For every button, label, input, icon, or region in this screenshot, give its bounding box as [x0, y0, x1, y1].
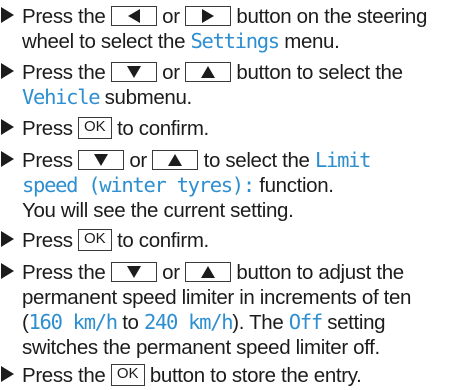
step-2-line-2: Vehicle submenu.: [22, 85, 192, 110]
speed-value-min: 160 km/h: [28, 310, 118, 334]
down-arrow-key-icon: [78, 150, 125, 171]
step-4-line-2: speed (winter tyres): function.: [22, 173, 334, 198]
ok-key-icon: OK: [78, 229, 112, 252]
step-text: button on the steering: [236, 5, 428, 28]
step-text: button to adjust the: [236, 261, 404, 284]
down-arrow-key-icon: [110, 262, 157, 283]
step-3-line-1: Press OK to confirm.: [22, 116, 209, 141]
up-arrow-key-icon: [185, 262, 232, 283]
step-5-line-1: Press OK to confirm.: [22, 228, 209, 253]
bullet-arrow-icon: [1, 366, 14, 382]
step-text: switches the permanent speed limiter off…: [22, 336, 380, 359]
step-text: to select the: [203, 149, 310, 172]
down-arrow-key-icon: [110, 62, 157, 83]
bullet-arrow-icon: [1, 63, 14, 79]
step-4-line-3: You will see the current setting.: [22, 198, 294, 223]
step-text: permanent speed limiter in increments of…: [22, 286, 412, 309]
step-text: wheel to select the: [22, 30, 186, 53]
step-7-line-1: Press the OK button to store the entry.: [22, 363, 362, 388]
right-arrow-key-icon: [185, 6, 232, 27]
step-text: You will see the current setting.: [22, 199, 294, 222]
step-1-line-2: wheel to select the Settings menu.: [22, 29, 340, 54]
speed-value-max: 240 km/h: [143, 310, 234, 334]
step-6-line-4: switches the permanent speed limiter off…: [22, 335, 380, 360]
step-text: to confirm.: [117, 229, 209, 252]
submenu-name-vehicle: Vehicle: [22, 85, 101, 109]
step-text: or: [162, 5, 180, 28]
step-6-line-3: (160 km/h to 240 km/h). The Off setting: [22, 310, 386, 335]
step-text: or: [162, 261, 180, 284]
step-4-line-1: Press or to select the Limit: [22, 148, 372, 173]
setting-name-off: Off: [288, 310, 323, 334]
function-name: speed (winter tyres):: [22, 173, 255, 197]
ok-key-icon: OK: [110, 364, 145, 387]
step-text: Press: [22, 149, 73, 172]
bullet-arrow-icon: [1, 263, 14, 279]
step-text: Press the: [22, 364, 106, 387]
bullet-arrow-icon: [1, 119, 14, 135]
step-text: button to store the entry.: [149, 364, 362, 387]
step-2-line-1: Press the or button to select the: [22, 60, 403, 85]
bullet-arrow-icon: [1, 151, 14, 167]
step-text: setting: [327, 311, 386, 334]
bullet-arrow-icon: [1, 7, 14, 23]
step-text: menu.: [284, 30, 340, 53]
step-text: button to select the: [236, 61, 403, 84]
step-text: Press: [22, 117, 73, 140]
step-text: submenu.: [104, 86, 193, 109]
instruction-list: Press the or button on the steering whee…: [0, 0, 461, 390]
bullet-arrow-icon: [1, 231, 14, 247]
step-text: function.: [259, 174, 334, 197]
step-text: to: [122, 311, 139, 334]
step-text: Press the: [22, 5, 106, 28]
step-text: Press: [22, 229, 73, 252]
step-text: or: [162, 61, 180, 84]
step-text: Press the: [22, 61, 106, 84]
up-arrow-key-icon: [152, 150, 199, 171]
step-text: Press the: [22, 261, 106, 284]
function-name: Limit: [314, 148, 372, 172]
step-text: or: [129, 149, 147, 172]
left-arrow-key-icon: [110, 6, 157, 27]
step-text: to confirm.: [117, 117, 209, 140]
step-1-line-1: Press the or button on the steering: [22, 4, 427, 29]
up-arrow-key-icon: [185, 62, 232, 83]
step-6-line-1: Press the or button to adjust the: [22, 260, 404, 285]
ok-key-icon: OK: [78, 117, 112, 140]
step-6-line-2: permanent speed limiter in increments of…: [22, 285, 411, 310]
step-text: ). The: [232, 311, 284, 334]
menu-name-settings: Settings: [190, 29, 281, 53]
